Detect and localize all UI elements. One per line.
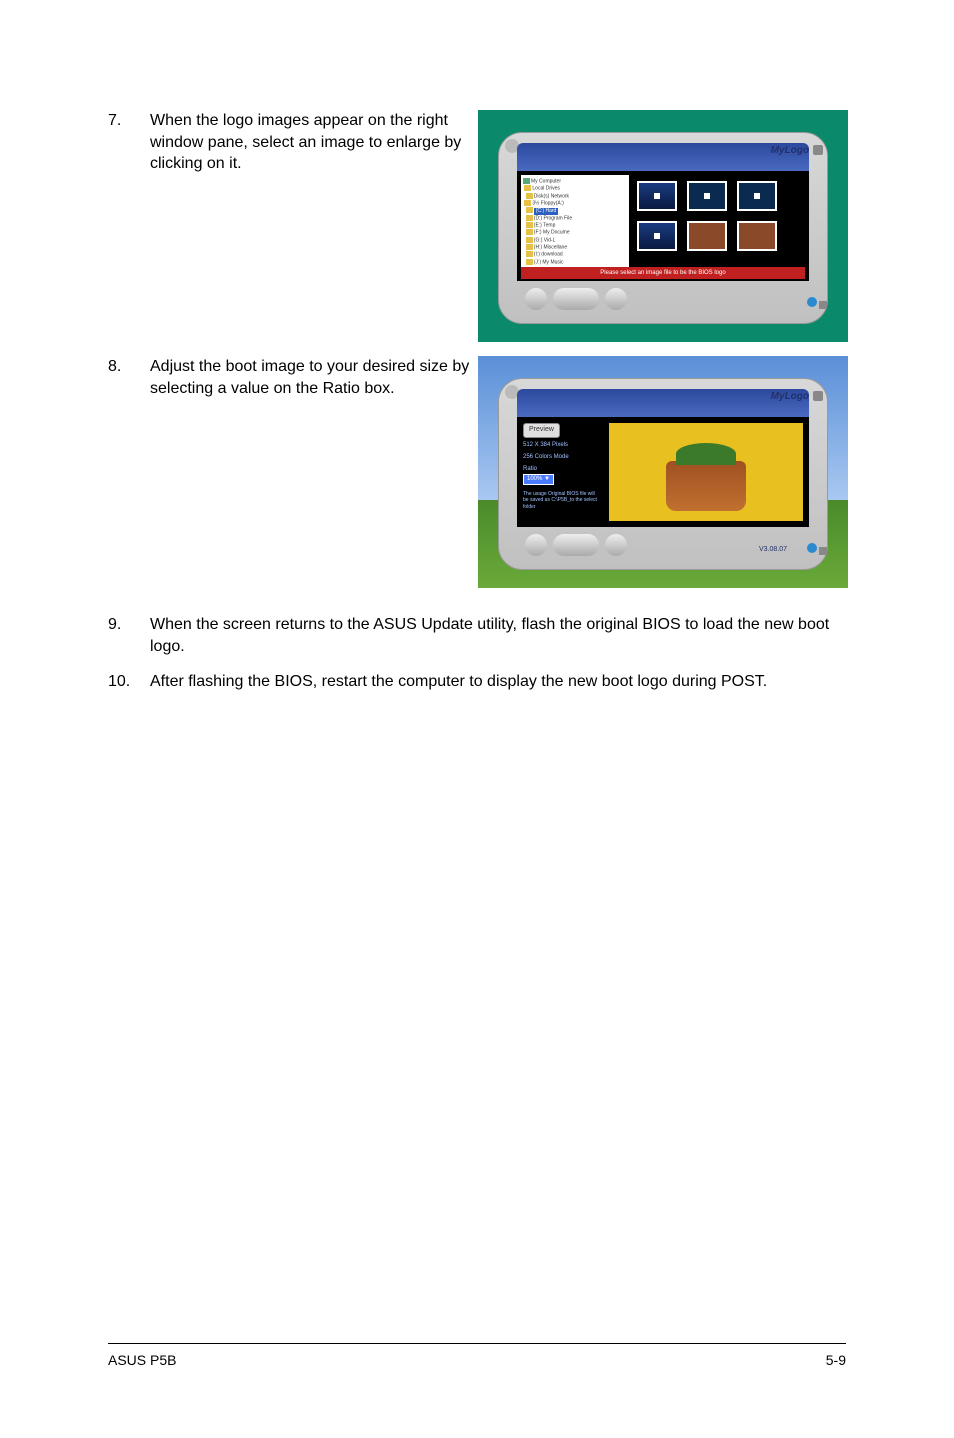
thumbnail[interactable] [687, 221, 727, 251]
folder-tree[interactable]: My Computer Local Drives Disk(s) Network… [521, 175, 629, 277]
screenshot-mylogo-preview: MyLogo Preview 512 X 384 Pixels 256 Colo… [478, 356, 848, 588]
led-icon [807, 297, 817, 307]
step-number: 9. [108, 614, 150, 636]
page-footer: ASUS P5B 5-9 [108, 1343, 846, 1368]
step-number: 8. [108, 356, 150, 378]
thumbnail[interactable] [687, 181, 727, 211]
forward-button[interactable] [605, 288, 627, 310]
resolution-label: 512 X 384 Pixels [523, 441, 601, 450]
back-button[interactable] [525, 534, 547, 556]
thumbnail[interactable] [637, 221, 677, 251]
forward-button[interactable] [605, 534, 627, 556]
nav-button[interactable] [553, 534, 599, 556]
mylogo-brand: MyLogo [771, 145, 809, 156]
step-10: 10. After flashing the BIOS, restart the… [108, 671, 846, 693]
footer-product: ASUS P5B [108, 1352, 176, 1368]
color-mode-label: 256 Colors Mode [523, 453, 601, 462]
step-number: 7. [108, 110, 150, 132]
close-icon[interactable] [813, 145, 823, 155]
ratio-select[interactable]: 100% ▼ [523, 474, 554, 485]
ratio-label: Ratio [523, 465, 601, 474]
version-label: V3.08.07 [759, 546, 787, 553]
step-text: When the screen returns to the ASUS Upda… [150, 614, 846, 657]
mylogo-brand: MyLogo [771, 391, 809, 402]
footer-page-number: 5-9 [826, 1352, 846, 1368]
thumbnail[interactable] [737, 221, 777, 251]
back-button[interactable] [525, 288, 547, 310]
boot-image-preview [609, 423, 803, 521]
step-number: 10. [108, 671, 150, 693]
screenshot-mylogo-browser: MyLogo My Computer Local Drives Disk(s) … [478, 110, 848, 342]
thumbnail[interactable] [637, 181, 677, 211]
step-9: 9. When the screen returns to the ASUS U… [108, 614, 846, 657]
corner-icon [819, 301, 827, 309]
image-thumbnails[interactable] [637, 181, 801, 251]
close-icon[interactable] [813, 391, 823, 401]
step-7-row: 7. When the logo images appear on the ri… [108, 110, 846, 342]
step-text: When the logo images appear on the right… [150, 110, 470, 175]
step-text: After flashing the BIOS, restart the com… [150, 671, 846, 693]
step-7: 7. When the logo images appear on the ri… [108, 110, 470, 175]
led-icon [807, 543, 817, 553]
thumbnail[interactable] [737, 181, 777, 211]
nav-button[interactable] [553, 288, 599, 310]
step-text: Adjust the boot image to your desired si… [150, 356, 470, 399]
step-8: 8. Adjust the boot image to your desired… [108, 356, 470, 399]
corner-icon [819, 547, 827, 555]
step-8-row: 8. Adjust the boot image to your desired… [108, 356, 846, 588]
instruction-banner: Please select an image file to be the BI… [521, 267, 805, 279]
save-note: The usage Original BIOS file will be sav… [523, 491, 601, 511]
preview-button[interactable]: Preview [523, 423, 560, 438]
